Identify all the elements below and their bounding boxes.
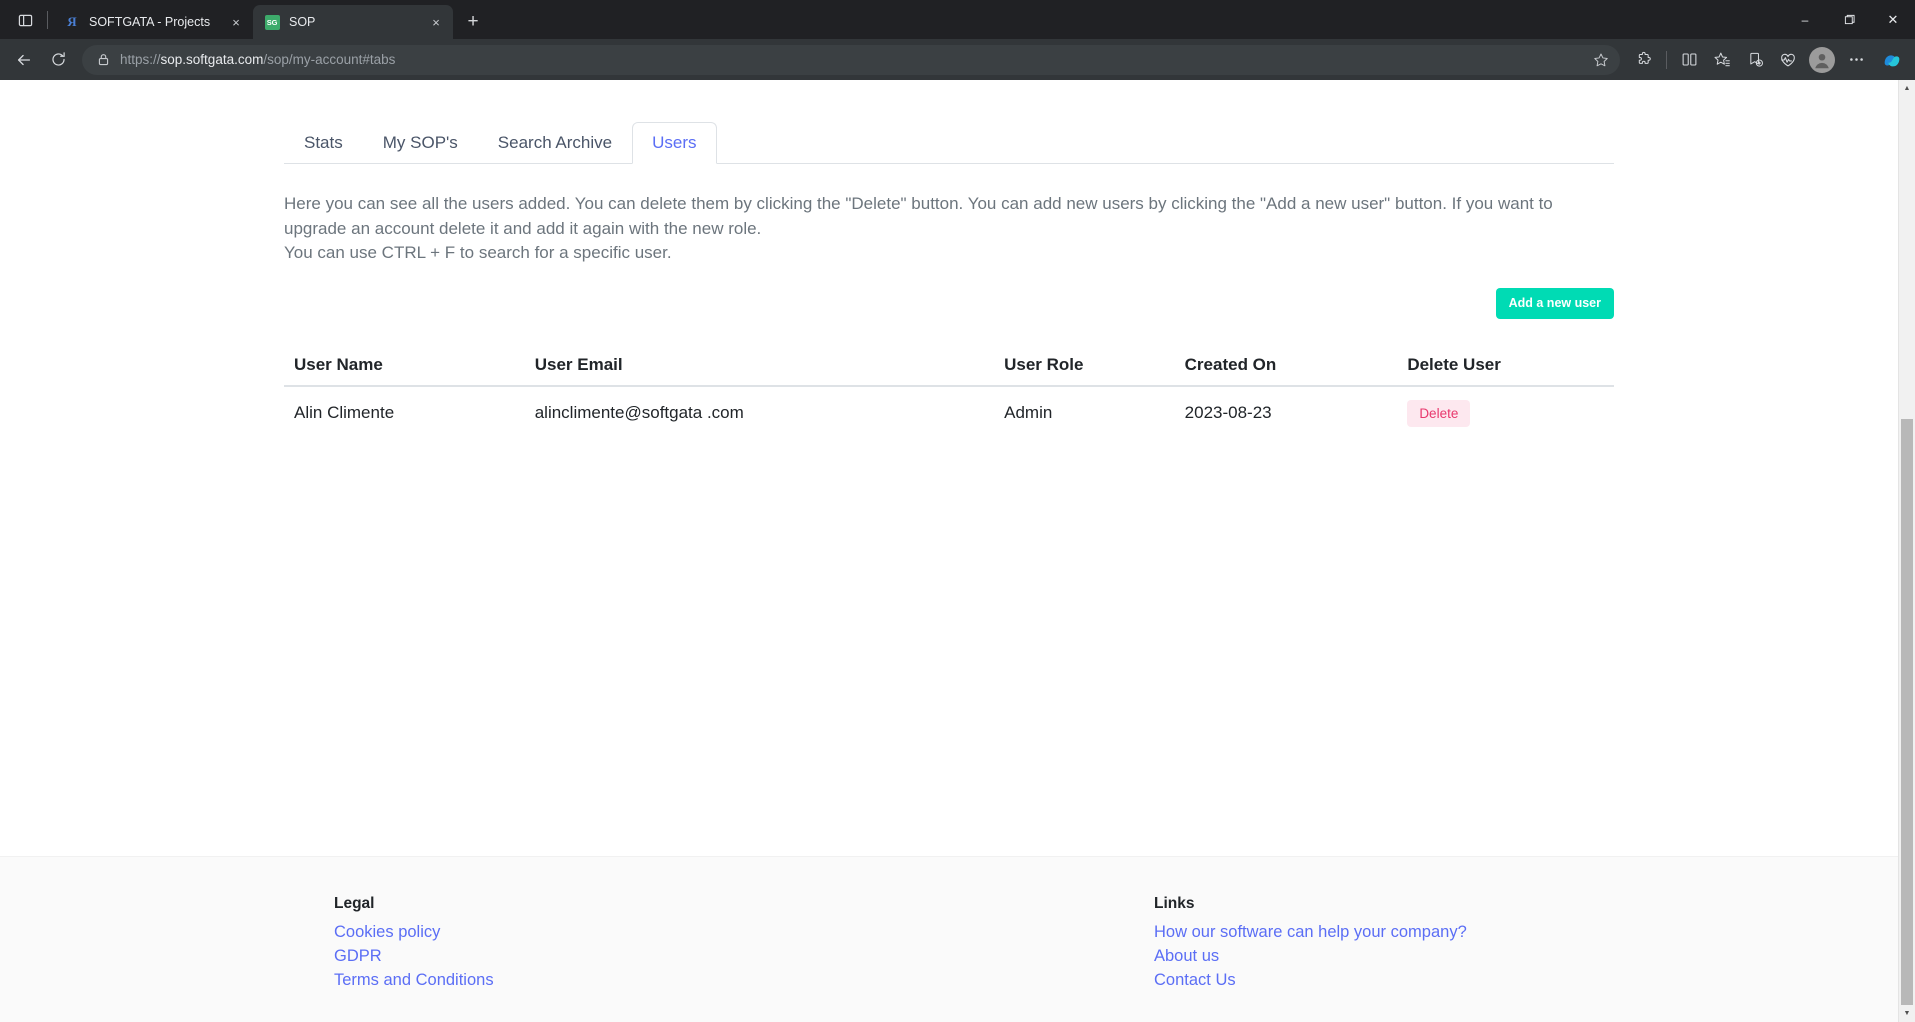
page-content: Stats My SOP's Search Archive Users Here… (0, 80, 1898, 856)
content-container: Stats My SOP's Search Archive Users Here… (284, 80, 1614, 441)
cell-user-name: Alin Climente (284, 386, 525, 441)
browser-tab-title: SOP (289, 15, 418, 29)
close-icon[interactable]: × (427, 13, 445, 31)
column-header-delete-user: Delete User (1397, 347, 1614, 386)
table-row: Alin Climente alinclimente@softgata .com… (284, 386, 1614, 441)
cell-delete: Delete (1397, 386, 1614, 441)
table-header-row: User Name User Email User Role Created O… (284, 347, 1614, 386)
favorite-star-icon[interactable] (1588, 47, 1614, 73)
site-footer: Legal Cookies policy GDPR Terms and Cond… (0, 856, 1898, 1022)
close-icon[interactable]: × (227, 13, 245, 31)
browser-tab-title: SOFTGATA - Projects (89, 15, 218, 29)
url-text: https://sop.softgata.com/sop/my-account#… (120, 52, 1580, 67)
footer-link-cookies-policy[interactable]: Cookies policy (334, 920, 1144, 944)
maximize-button[interactable] (1827, 0, 1871, 39)
tab-users[interactable]: Users (632, 122, 716, 164)
footer-column-legal: Legal Cookies policy GDPR Terms and Cond… (284, 895, 1144, 992)
add-user-row: Add a new user (284, 288, 1614, 319)
extensions-icon[interactable] (1628, 44, 1660, 76)
footer-link-contact-us[interactable]: Contact Us (1154, 968, 1614, 992)
footer-heading-links: Links (1154, 895, 1614, 913)
users-table-head: User Name User Email User Role Created O… (284, 347, 1614, 386)
browser-window: Я SOFTGATA - Projects × SG SOP × + – (0, 0, 1915, 1022)
split-screen-icon[interactable] (1673, 44, 1705, 76)
page-scrollbar[interactable]: ▲ ▼ (1898, 80, 1915, 1022)
cell-user-email: alinclimente@softgata .com (525, 386, 994, 441)
cell-created-on: 2023-08-23 (1175, 386, 1398, 441)
footer-inner: Legal Cookies policy GDPR Terms and Cond… (284, 895, 1614, 992)
browser-essentials-icon[interactable] (1772, 44, 1804, 76)
footer-link-about-us[interactable]: About us (1154, 944, 1614, 968)
tab-search-archive[interactable]: Search Archive (478, 122, 632, 164)
reload-icon[interactable] (42, 44, 74, 76)
tab-stats[interactable]: Stats (284, 122, 363, 164)
column-header-created-on: Created On (1175, 347, 1398, 386)
scrollbar-thumb[interactable] (1901, 419, 1913, 1005)
footer-heading-legal: Legal (334, 895, 1144, 913)
toolbar-right-icons (1628, 44, 1907, 76)
minimize-button[interactable]: – (1783, 0, 1827, 39)
page-viewport: Stats My SOP's Search Archive Users Here… (0, 80, 1915, 1022)
column-header-user-name: User Name (284, 347, 525, 386)
users-table: User Name User Email User Role Created O… (284, 347, 1614, 441)
toolbar-divider (1666, 51, 1667, 69)
web-page: Stats My SOP's Search Archive Users Here… (0, 80, 1898, 1022)
window-controls: – ✕ (1783, 0, 1915, 39)
footer-link-how-our-software-helps[interactable]: How our software can help your company? (1154, 920, 1614, 944)
browser-titlebar: Я SOFTGATA - Projects × SG SOP × + – (0, 0, 1915, 39)
delete-user-button[interactable]: Delete (1407, 400, 1470, 427)
tab-search-icon[interactable] (8, 3, 42, 37)
column-header-user-email: User Email (525, 347, 994, 386)
softgata-icon: Я (64, 14, 80, 30)
close-window-button[interactable]: ✕ (1871, 0, 1915, 39)
account-tabs: Stats My SOP's Search Archive Users (284, 124, 1614, 164)
browser-tab-sop[interactable]: SG SOP × (253, 5, 453, 39)
tab-my-sops[interactable]: My SOP's (363, 122, 478, 164)
back-arrow-icon[interactable] (8, 44, 40, 76)
column-header-user-role: User Role (994, 347, 1175, 386)
description-paragraph: Here you can see all the users added. Yo… (284, 192, 1604, 241)
users-table-body: Alin Climente alinclimente@softgata .com… (284, 386, 1614, 441)
profile-avatar-icon[interactable] (1809, 47, 1835, 73)
footer-column-links: Links How our software can help your com… (1144, 895, 1614, 992)
scrollbar-up-arrow-icon[interactable]: ▲ (1899, 80, 1915, 97)
address-bar[interactable]: https://sop.softgata.com/sop/my-account#… (82, 45, 1620, 75)
browser-tab-softgata-projects[interactable]: Я SOFTGATA - Projects × (53, 5, 253, 39)
scrollbar-down-arrow-icon[interactable]: ▼ (1899, 1005, 1915, 1022)
add-to-favorites-icon[interactable] (1739, 44, 1771, 76)
more-options-icon[interactable] (1840, 44, 1872, 76)
add-user-button[interactable]: Add a new user (1496, 288, 1614, 319)
cell-user-role: Admin (994, 386, 1175, 441)
browser-toolbar: https://sop.softgata.com/sop/my-account#… (0, 39, 1915, 80)
copilot-icon[interactable] (1877, 45, 1907, 75)
tab-strip: Я SOFTGATA - Projects × SG SOP × + (0, 0, 487, 39)
tab-strip-divider (47, 11, 48, 29)
new-tab-button[interactable]: + (459, 8, 487, 36)
users-description: Here you can see all the users added. Yo… (284, 192, 1604, 266)
description-hint: You can use CTRL + F to search for a spe… (284, 241, 1604, 266)
footer-link-terms-and-conditions[interactable]: Terms and Conditions (334, 968, 1144, 992)
sop-icon: SG (264, 14, 280, 30)
footer-link-gdpr[interactable]: GDPR (334, 944, 1144, 968)
collections-icon[interactable] (1706, 44, 1738, 76)
lock-icon[interactable] (94, 51, 112, 69)
